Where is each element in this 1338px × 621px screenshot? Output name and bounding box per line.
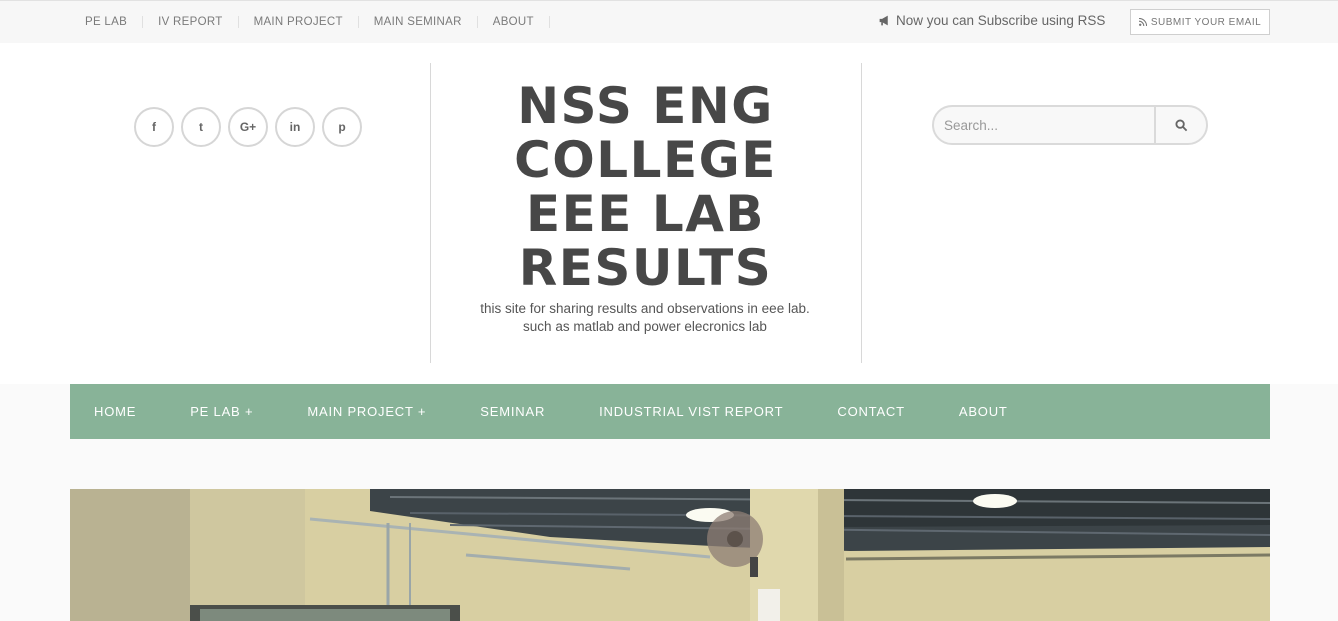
site-tagline: this site for sharing results and observ… — [480, 301, 810, 334]
top-nav-about[interactable]: ABOUT — [478, 16, 550, 28]
top-nav-iv-report[interactable]: IV REPORT — [143, 16, 239, 28]
pinterest-icon[interactable]: p — [322, 107, 362, 147]
bullhorn-icon — [879, 15, 888, 26]
top-bar: PE LAB IV REPORT MAIN PROJECT MAIN SEMIN… — [0, 0, 1338, 43]
header-divider-left — [430, 63, 431, 363]
top-nav-main-project[interactable]: MAIN PROJECT — [239, 16, 359, 28]
submit-email-button[interactable]: SUBMIT YOUR EMAIL — [1130, 9, 1270, 35]
rss-icon — [1138, 18, 1147, 26]
nav-industrial-visit-report[interactable]: INDUSTRIAL VIST REPORT — [599, 404, 783, 419]
nav-seminar[interactable]: SEMINAR — [480, 404, 545, 419]
top-nav-main-seminar[interactable]: MAIN SEMINAR — [359, 16, 478, 28]
twitter-icon[interactable]: t — [181, 107, 221, 147]
search-button[interactable] — [1154, 107, 1206, 143]
nav-main-project[interactable]: MAIN PROJECT + — [307, 404, 426, 419]
submit-email-label: SUBMIT YOUR EMAIL — [1150, 16, 1262, 28]
facebook-icon[interactable]: f — [134, 107, 174, 147]
rss-notice: Now you can Subscribe using RSS — [878, 13, 1105, 28]
nav-home[interactable]: HOME — [94, 404, 136, 419]
top-nav: PE LAB IV REPORT MAIN PROJECT MAIN SEMIN… — [70, 1, 550, 43]
rss-notice-text: Now you can Subscribe using RSS — [896, 13, 1106, 28]
nav-contact[interactable]: CONTACT — [837, 404, 904, 419]
top-nav-pe-lab[interactable]: PE LAB — [70, 16, 144, 28]
google-plus-glyph: G+ — [239, 120, 257, 134]
site-header: f t G+ in p NSS ENG COLLEGE EEE LAB RESU… — [0, 43, 1338, 384]
search-input[interactable] — [934, 107, 1154, 143]
google-plus-icon[interactable]: G+ — [228, 107, 268, 147]
search-box — [932, 105, 1208, 145]
linkedin-icon[interactable]: in — [275, 107, 315, 147]
pinterest-glyph: p — [338, 120, 346, 134]
twitter-glyph: t — [199, 120, 203, 134]
lab-room-photo — [70, 489, 1270, 621]
nav-pe-lab[interactable]: PE LAB + — [190, 404, 253, 419]
main-nav: HOME PE LAB + MAIN PROJECT + SEMINAR IND… — [70, 384, 1270, 439]
facebook-glyph: f — [152, 120, 156, 134]
header-divider-right — [861, 63, 862, 363]
search-icon — [1174, 118, 1187, 131]
linkedin-glyph: in — [289, 120, 301, 134]
nav-about[interactable]: ABOUT — [959, 404, 1008, 419]
social-links: f t G+ in p — [134, 107, 362, 147]
featured-post-image[interactable] — [70, 489, 1270, 621]
site-title[interactable]: NSS ENG COLLEGE EEE LAB RESULTS — [468, 79, 823, 295]
